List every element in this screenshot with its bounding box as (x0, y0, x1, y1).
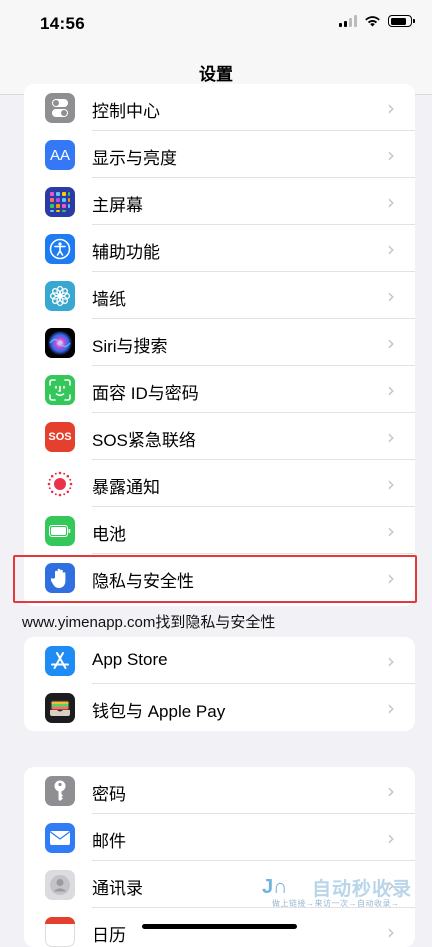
settings-row-battery[interactable]: 电池 › (24, 507, 415, 554)
settings-row-emergency-sos[interactable]: SOS SOS紧急联络 › (24, 413, 415, 460)
settings-row-label: 日历 (92, 926, 126, 945)
settings-row-label: 暴露通知 (92, 478, 160, 497)
chevron-right-icon: › (387, 649, 395, 673)
exposure-icon (45, 469, 75, 499)
settings-row-siri-search[interactable]: Siri与搜索 › (24, 319, 415, 366)
app-grid-icon (45, 187, 75, 217)
cellular-signal-icon (339, 15, 357, 27)
settings-row-app-store[interactable]: App Store › (24, 637, 415, 684)
watermark-subtitle: 做上链接→来访一次→自动收录→ (272, 899, 400, 908)
status-bar: 14:56 (0, 0, 432, 46)
chevron-right-icon: › (387, 378, 395, 402)
settings-row-label: SOS紧急联络 (92, 431, 196, 450)
settings-row-label: 主屏幕 (92, 196, 143, 215)
key-icon (45, 776, 75, 806)
settings-row-display-brightness[interactable]: AA 显示与亮度 › (24, 131, 415, 178)
settings-row-control-center[interactable]: 控制中心 › (24, 84, 415, 131)
settings-row-label: 电池 (92, 525, 126, 544)
chevron-right-icon: › (387, 425, 395, 449)
watermark-title: 自动秒收录 (312, 879, 413, 900)
chevron-right-icon: › (387, 826, 395, 850)
settings-row-wallpaper[interactable]: 墙纸 › (24, 272, 415, 319)
wifi-icon (365, 16, 380, 27)
settings-row-mail[interactable]: 邮件 › (24, 814, 415, 861)
settings-row-label: 钱包与 Apple Pay (92, 702, 226, 721)
battery-icon (45, 516, 75, 546)
settings-row-home-screen[interactable]: 主屏幕 › (24, 178, 415, 225)
status-icons (339, 15, 415, 27)
accessibility-icon (45, 234, 75, 264)
chevron-right-icon: › (387, 472, 395, 496)
chevron-right-icon: › (387, 779, 395, 803)
caption-text: www.yimenapp.com找到隐私与安全性 (22, 614, 276, 631)
mail-icon (45, 823, 75, 853)
watermark-logo-icon: J∩ (262, 876, 288, 898)
settings-row-label: 密码 (92, 785, 126, 804)
settings-row-label: 墙纸 (92, 290, 126, 309)
settings-row-label: 辅助功能 (92, 243, 160, 262)
settings-row-label: App Store (92, 650, 168, 669)
settings-row-label: 邮件 (92, 832, 126, 851)
settings-row-accessibility[interactable]: 辅助功能 › (24, 225, 415, 272)
home-indicator[interactable] (142, 924, 297, 929)
chevron-right-icon: › (387, 920, 395, 944)
settings-row-label: 面容 ID与密码 (92, 384, 199, 403)
settings-row-face-id-passcode[interactable]: 面容 ID与密码 › (24, 366, 415, 413)
settings-group-apps: 密码 › 邮件 › 通讯录 › 日历 › (24, 767, 415, 947)
settings-row-label: Siri与搜索 (92, 337, 168, 356)
settings-row-passwords[interactable]: 密码 › (24, 767, 415, 814)
siri-icon (45, 328, 75, 358)
flower-icon (45, 281, 75, 311)
settings-row-label: 显示与亮度 (92, 149, 177, 168)
settings-group-store: App Store › 钱包与 Apple Pay › (24, 637, 415, 731)
app-store-icon (45, 646, 75, 676)
chevron-right-icon: › (387, 143, 395, 167)
chevron-right-icon: › (387, 237, 395, 261)
battery-status-icon (388, 15, 415, 27)
calendar-icon (45, 917, 75, 947)
chevron-right-icon: › (387, 696, 395, 720)
watermark: J∩ 自动秒收录 做上链接→来访一次→自动收录→ (262, 874, 422, 914)
status-time: 14:56 (40, 14, 85, 33)
highlight-box (13, 555, 417, 603)
toggle-icon (45, 93, 75, 123)
display-aa-icon: AA (45, 140, 75, 170)
chevron-right-icon: › (387, 331, 395, 355)
settings-group-system: 控制中心 › AA 显示与亮度 › 主屏幕 › 辅助功能 › 墙纸 › Siri… (24, 84, 415, 606)
sos-icon: SOS (45, 422, 75, 452)
settings-row-wallet-apple-pay[interactable]: 钱包与 Apple Pay › (24, 684, 415, 731)
page-title: 设置 (199, 65, 233, 84)
contacts-icon (45, 870, 75, 900)
settings-row-label: 通讯录 (92, 879, 143, 898)
settings-row-exposure-notifications[interactable]: 暴露通知 › (24, 460, 415, 507)
chevron-right-icon: › (387, 284, 395, 308)
chevron-right-icon: › (387, 190, 395, 214)
settings-row-label: 控制中心 (92, 102, 160, 121)
wallet-icon (45, 693, 75, 723)
chevron-right-icon: › (387, 96, 395, 120)
face-id-icon (45, 375, 75, 405)
chevron-right-icon: › (387, 519, 395, 543)
